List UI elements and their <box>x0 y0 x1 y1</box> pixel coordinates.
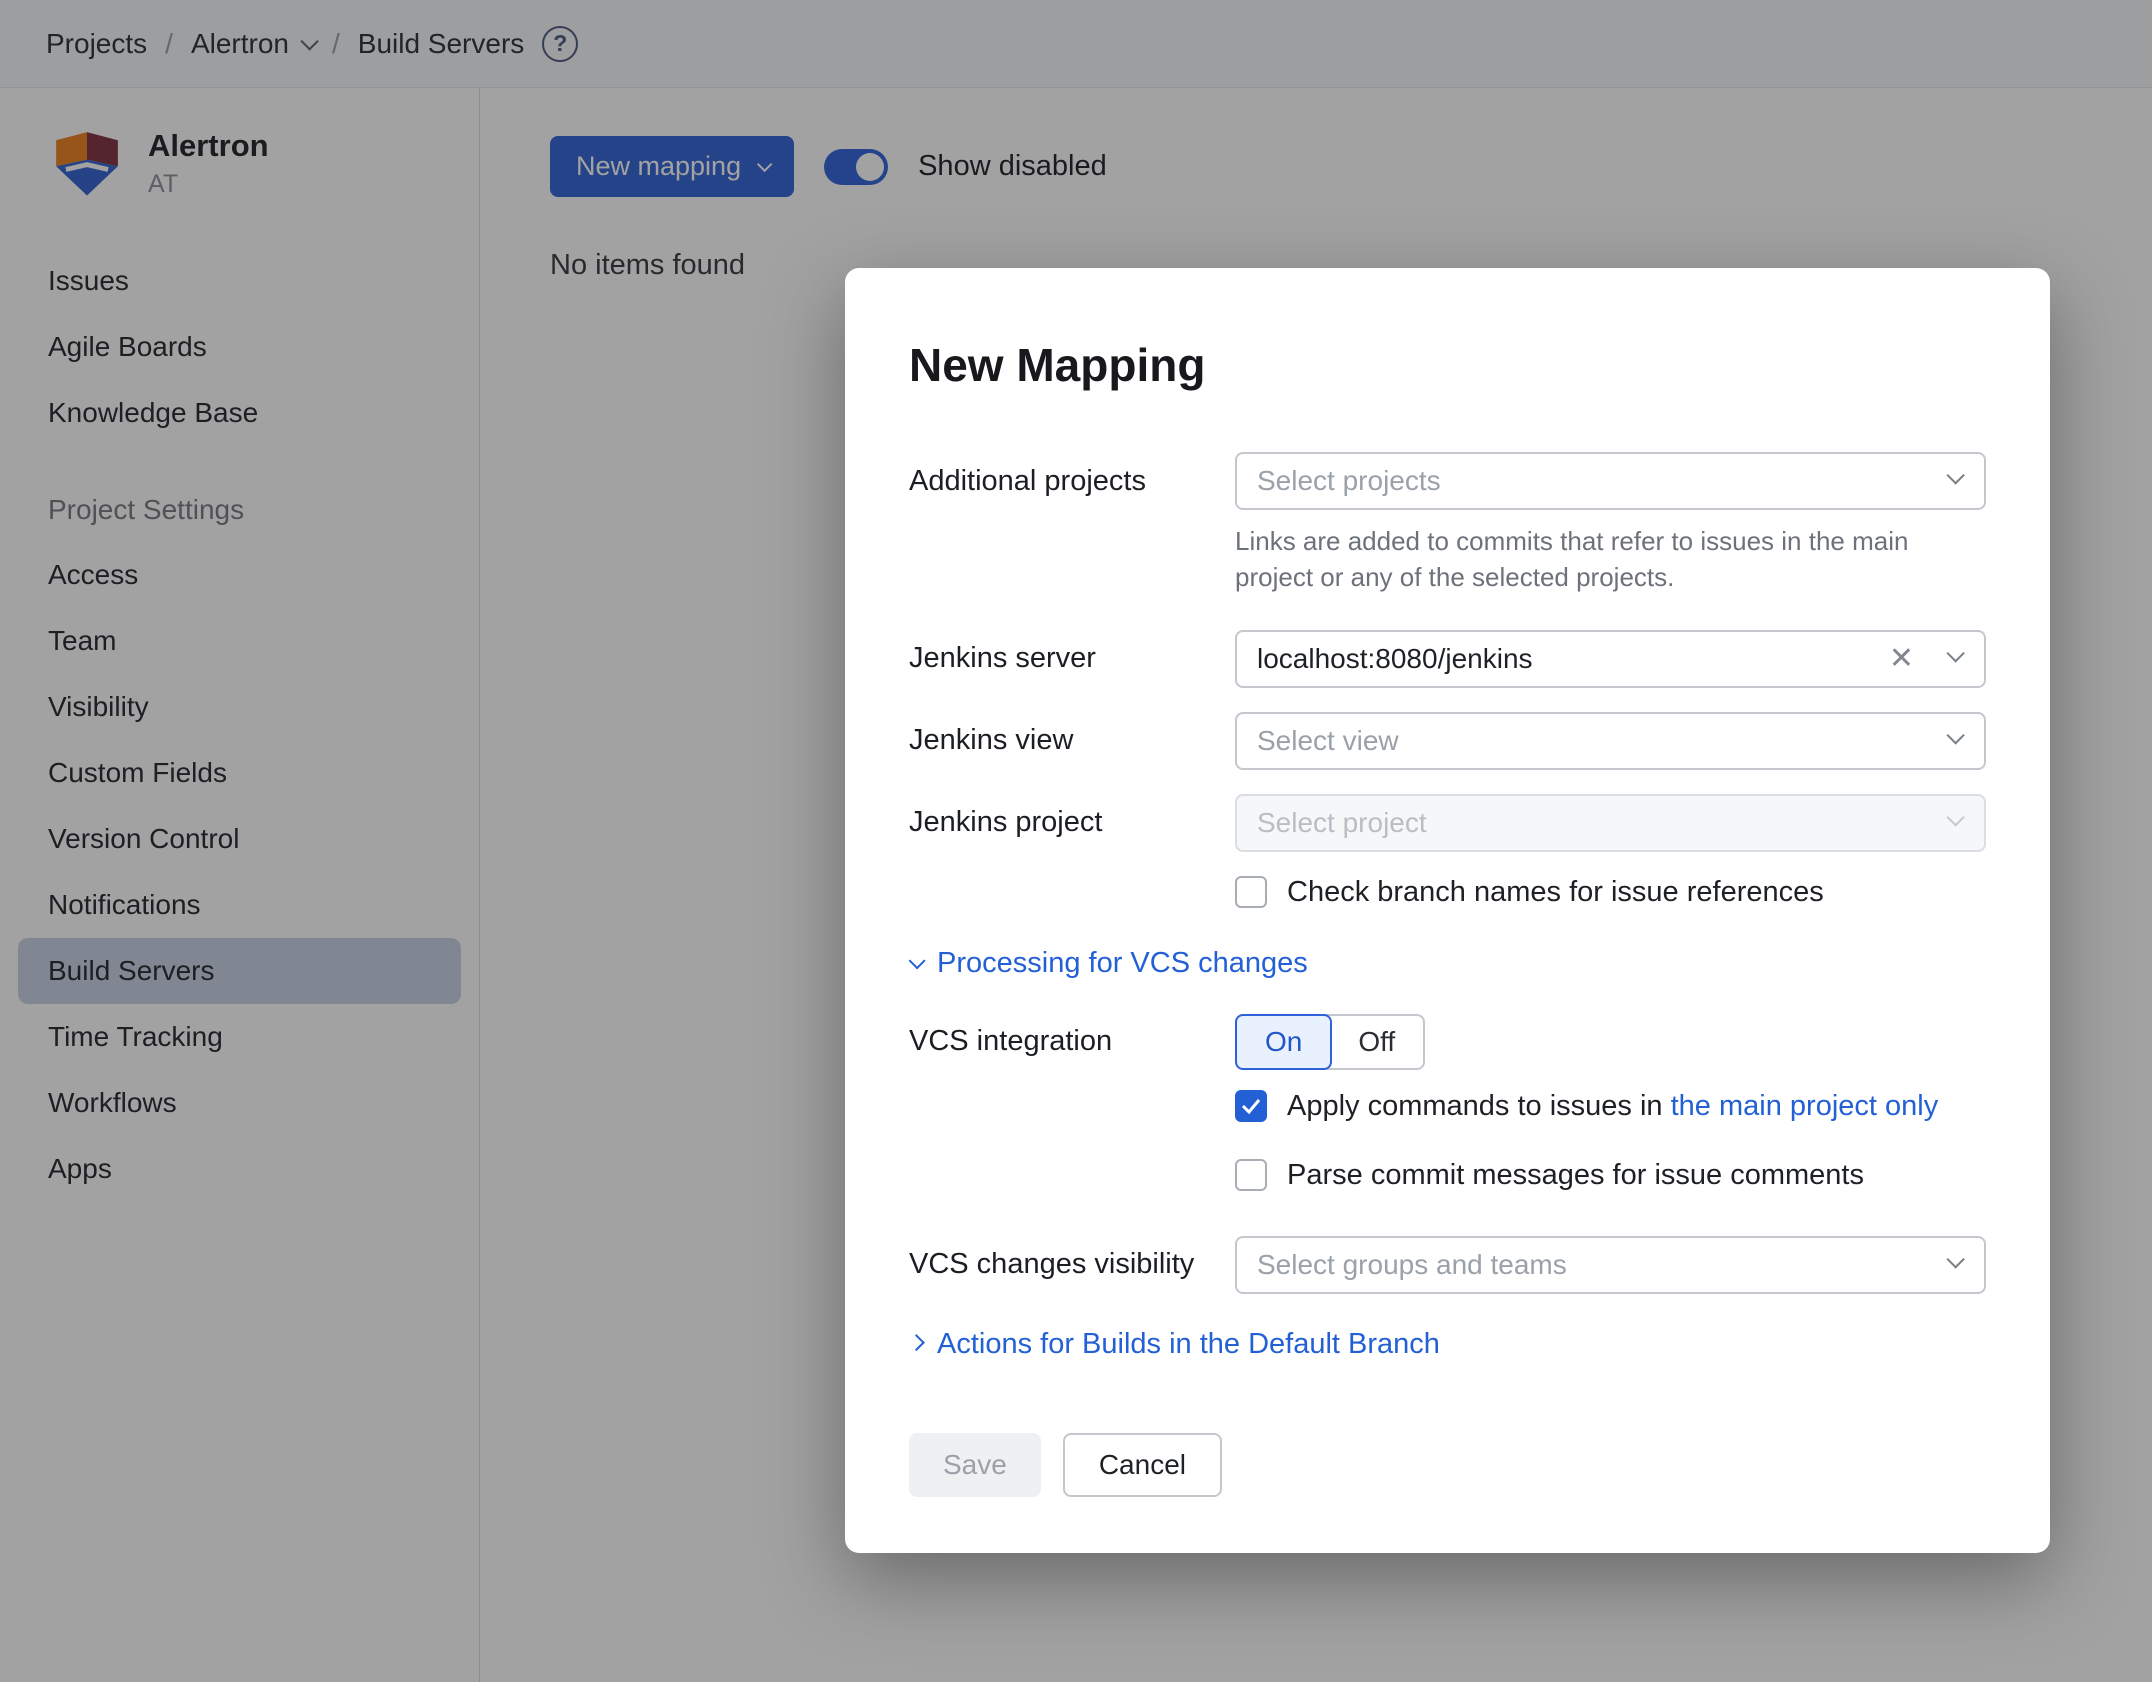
apply-commands-checkbox[interactable] <box>1235 1090 1267 1123</box>
vcs-visibility-label: VCS changes visibility <box>909 1248 1195 1281</box>
additional-projects-select[interactable]: Select projects <box>1235 452 1986 510</box>
vcs-integration-segmented-control: On Off <box>1235 1013 1426 1070</box>
jenkins-project-select[interactable]: Select project <box>1235 793 1986 852</box>
vcs-integration-on-button[interactable]: On <box>1235 1013 1333 1070</box>
additional-projects-placeholder: Select projects <box>1257 465 1441 496</box>
vcs-integration-off-button[interactable]: Off <box>1324 1013 1426 1070</box>
vcs-changes-section-toggle[interactable]: Processing for VCS changes <box>908 946 1986 980</box>
chevron-down-icon <box>1946 466 1965 485</box>
vcs-visibility-select[interactable]: Select groups and teams <box>1235 1235 1986 1294</box>
default-branch-actions-section-toggle[interactable]: Actions for Builds in the Default Branch <box>907 1327 1986 1361</box>
vcs-integration-label: VCS integration <box>909 1025 1113 1058</box>
vcs-visibility-placeholder: Select groups and teams <box>1257 1248 1567 1280</box>
check-branch-checkbox[interactable] <box>1235 876 1267 909</box>
chevron-down-icon <box>1946 725 1965 745</box>
new-mapping-dialog: New Mapping Additional projects Select p… <box>845 268 2050 1553</box>
chevron-down-icon <box>908 952 926 970</box>
check-branch-label: Check branch names for issue references <box>1287 875 1824 908</box>
main-project-only-link[interactable]: the main project only <box>1671 1090 1939 1122</box>
save-button[interactable]: Save <box>909 1432 1041 1497</box>
additional-projects-label: Additional projects <box>909 464 1146 497</box>
dialog-title: New Mapping <box>909 339 1206 391</box>
jenkins-project-label: Jenkins project <box>909 806 1103 839</box>
additional-projects-help-text: Links are added to commits that refer to… <box>1235 526 1909 592</box>
jenkins-view-placeholder: Select view <box>1257 724 1399 756</box>
parse-commit-checkbox[interactable] <box>1235 1159 1267 1192</box>
jenkins-server-input[interactable] <box>1235 629 1986 688</box>
chevron-down-icon <box>1946 807 1965 827</box>
default-branch-actions-section-label: Actions for Builds in the Default Branch <box>937 1327 1440 1360</box>
jenkins-view-label: Jenkins view <box>909 724 1074 757</box>
chevron-down-icon <box>1946 1249 1965 1269</box>
jenkins-server-label: Jenkins server <box>909 642 1096 675</box>
jenkins-project-placeholder: Select project <box>1257 806 1427 838</box>
chevron-right-icon <box>907 1334 925 1352</box>
jenkins-view-select[interactable]: Select view <box>1235 711 1986 770</box>
parse-commit-label: Parse commit messages for issue comments <box>1287 1158 1864 1191</box>
cancel-button[interactable]: Cancel <box>1062 1432 1222 1497</box>
vcs-changes-section-label: Processing for VCS changes <box>937 946 1308 979</box>
clear-icon[interactable]: ✕ <box>1889 643 1914 674</box>
apply-commands-label: Apply commands to issues in <box>1287 1089 1663 1122</box>
